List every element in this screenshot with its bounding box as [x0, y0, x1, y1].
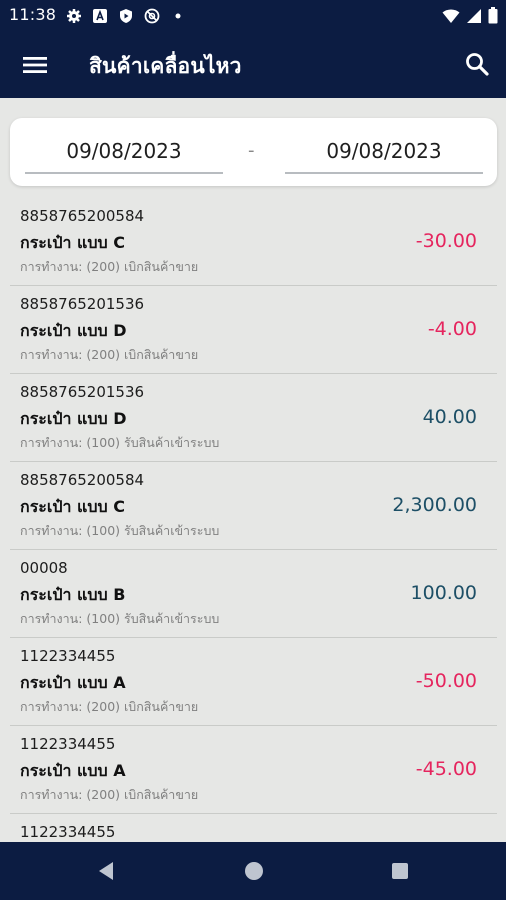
item-name: กระเป๋า แบบ C	[20, 497, 125, 516]
item-name: กระเป๋า แบบ C	[20, 233, 125, 252]
battery-icon	[488, 7, 498, 24]
list-item[interactable]: 1122334455	[10, 814, 497, 838]
item-barcode: 00008	[20, 559, 68, 577]
date-to-field[interactable]: 09/08/2023	[285, 134, 483, 174]
a-icon	[93, 9, 107, 23]
item-barcode: 8858765200584	[20, 207, 145, 225]
item-operation: การทำงาน: (100) รับสินค้าเข้าระบบ	[20, 523, 220, 538]
item-amount: -30.00	[415, 230, 477, 252]
item-name: กระเป๋า แบบ B	[20, 585, 126, 604]
list-item[interactable]: 8858765201536 กระเป๋า แบบ D การทำงาน: (1…	[10, 374, 497, 462]
item-barcode: 1122334455	[20, 735, 116, 753]
gear-icon	[67, 9, 81, 23]
date-range-card: 09/08/2023 - 09/08/2023	[10, 118, 497, 186]
item-operation: การทำงาน: (200) เบิกสินค้าขาย	[20, 787, 199, 802]
shield-play-icon	[120, 9, 132, 23]
item-amount: 2,300.00	[392, 494, 477, 516]
list-item[interactable]: 1122334455 กระเป๋า แบบ A การทำงาน: (200)…	[10, 638, 497, 726]
item-name: กระเป๋า แบบ D	[20, 321, 127, 340]
list-item[interactable]: 8858765200584 กระเป๋า แบบ C การทำงาน: (1…	[10, 462, 497, 550]
status-bar: 11:38	[0, 0, 506, 32]
item-barcode: 8858765201536	[20, 383, 145, 401]
item-operation: การทำงาน: (200) เบิกสินค้าขาย	[20, 699, 199, 714]
item-operation: การทำงาน: (200) เบิกสินค้าขาย	[20, 259, 199, 274]
date-separator: -	[248, 140, 255, 161]
page-title: สินค้าเคลื่อนไหว	[89, 54, 242, 78]
status-time: 11:38	[9, 5, 57, 24]
item-amount: -45.00	[415, 758, 477, 780]
item-name: กระเป๋า แบบ A	[20, 673, 126, 692]
list-item[interactable]: 00008 กระเป๋า แบบ B การทำงาน: (100) รับส…	[10, 550, 497, 638]
transaction-list[interactable]: 8858765200584 กระเป๋า แบบ C การทำงาน: (2…	[10, 198, 497, 838]
app-bar: สินค้าเคลื่อนไหว	[0, 32, 506, 98]
list-item[interactable]: 1122334455 กระเป๋า แบบ A การทำงาน: (200)…	[10, 726, 497, 814]
at-icon	[144, 8, 160, 24]
item-name: กระเป๋า แบบ A	[20, 761, 126, 780]
list-item[interactable]: 8858765200584 กระเป๋า แบบ C การทำงาน: (2…	[10, 198, 497, 286]
item-barcode: 8858765201536	[20, 295, 145, 313]
menu-icon[interactable]	[18, 50, 52, 80]
date-from-field[interactable]: 09/08/2023	[25, 134, 223, 174]
item-amount: -50.00	[415, 670, 477, 692]
item-amount: 40.00	[422, 406, 477, 428]
item-operation: การทำงาน: (100) รับสินค้าเข้าระบบ	[20, 611, 220, 626]
list-item[interactable]: 8858765201536 กระเป๋า แบบ D การทำงาน: (2…	[10, 286, 497, 374]
dot-icon	[175, 13, 181, 19]
home-icon[interactable]	[241, 858, 267, 884]
item-amount: -4.00	[427, 318, 477, 340]
status-notification-icons	[66, 8, 186, 24]
back-icon[interactable]	[93, 858, 119, 884]
item-name: กระเป๋า แบบ D	[20, 409, 127, 428]
recents-icon[interactable]	[387, 858, 413, 884]
wifi-icon	[442, 9, 460, 23]
signal-icon	[467, 8, 481, 23]
item-barcode: 8858765200584	[20, 471, 145, 489]
item-barcode: 1122334455	[20, 647, 116, 665]
search-icon[interactable]	[462, 49, 492, 79]
navigation-bar	[0, 842, 506, 900]
status-system-icons	[442, 7, 498, 24]
item-operation: การทำงาน: (100) รับสินค้าเข้าระบบ	[20, 435, 220, 450]
item-barcode: 1122334455	[20, 823, 116, 838]
item-operation: การทำงาน: (200) เบิกสินค้าขาย	[20, 347, 199, 362]
item-amount: 100.00	[410, 582, 477, 604]
